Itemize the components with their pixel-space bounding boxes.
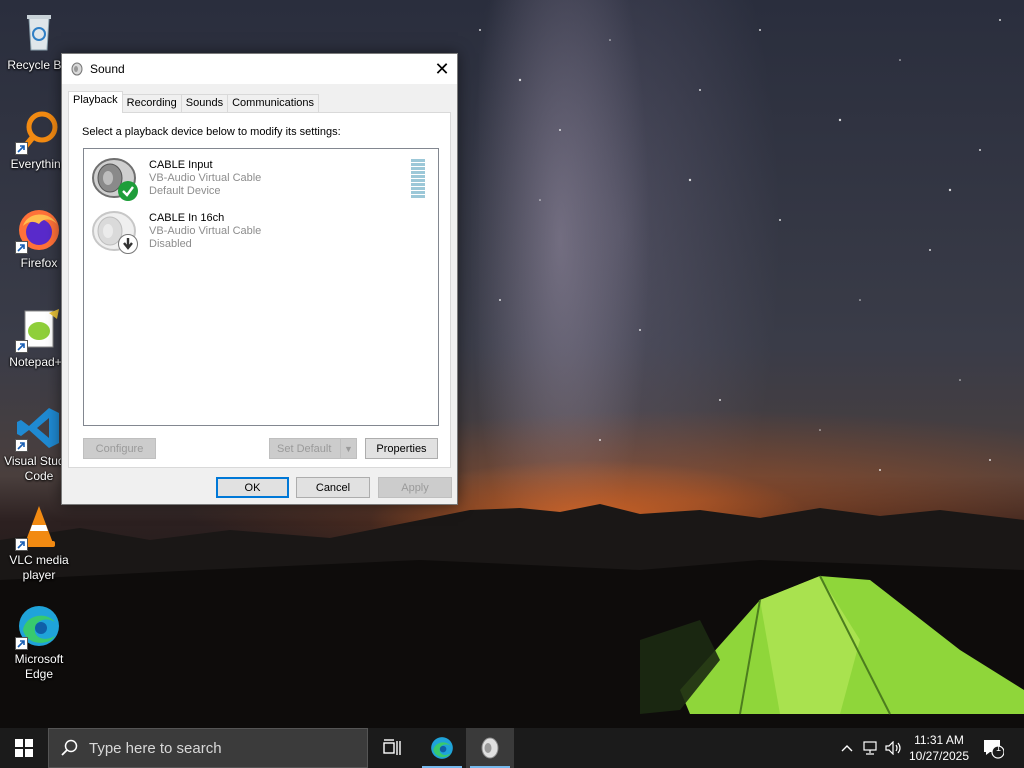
- dialog-title: Sound: [90, 62, 125, 76]
- task-view-button[interactable]: [368, 728, 416, 768]
- search-placeholder: Type here to search: [89, 739, 222, 757]
- device-status: Default Device: [149, 185, 221, 197]
- tab-recording[interactable]: Recording: [121, 94, 182, 113]
- everything-search-icon: [15, 107, 63, 155]
- shortcut-arrow-icon: [15, 340, 28, 353]
- windows-logo-icon: [15, 739, 33, 757]
- clock-date: 10/27/2025: [908, 749, 970, 763]
- shortcut-arrow-icon: [15, 241, 28, 254]
- device-list[interactable]: CABLE Input VB-Audio Virtual Cable Defau…: [83, 148, 439, 426]
- desktop-icon-label: Microsoft Edge: [14, 652, 64, 681]
- device-status: Disabled: [149, 238, 192, 250]
- clock[interactable]: 11:31 AM 10/27/2025: [904, 732, 974, 764]
- check-badge-icon: [118, 181, 138, 201]
- network-button[interactable]: [860, 728, 882, 768]
- landscape: [0, 504, 1024, 728]
- instruction-text: Select a playback device below to modify…: [82, 126, 341, 138]
- device-name: CABLE Input: [149, 159, 213, 171]
- tab-sounds[interactable]: Sounds: [180, 94, 229, 113]
- playback-panel: Select a playback device below to modify…: [68, 112, 451, 468]
- device-item-cable-input[interactable]: CABLE Input VB-Audio Virtual Cable Defau…: [88, 153, 433, 205]
- dialog-titlebar[interactable]: Sound ✕: [62, 54, 457, 84]
- device-name: CABLE In 16ch: [149, 212, 225, 224]
- volume-meter: [411, 159, 425, 201]
- taskbar-search-box[interactable]: Type here to search: [48, 728, 368, 768]
- apply-button[interactable]: Apply: [378, 477, 452, 498]
- shortcut-arrow-icon: [15, 637, 28, 650]
- tab-strip: Playback Recording Sounds Communications: [68, 91, 320, 113]
- chevron-down-icon[interactable]: ▼: [340, 439, 356, 458]
- shortcut-arrow-icon: [15, 439, 28, 452]
- vscode-icon: [15, 404, 63, 452]
- show-hidden-icons-button[interactable]: [836, 728, 858, 768]
- chevron-up-icon: [841, 745, 853, 752]
- volume-button[interactable]: [883, 728, 905, 768]
- edge-icon: [15, 602, 63, 650]
- desktop-icon-edge[interactable]: Microsoft Edge: [1, 602, 77, 682]
- start-button[interactable]: [0, 728, 48, 768]
- device-item-cable-in-16ch[interactable]: CABLE In 16ch VB-Audio Virtual Cable Dis…: [88, 206, 433, 258]
- shortcut-arrow-icon: [15, 142, 28, 155]
- configure-button[interactable]: Configure: [83, 438, 156, 459]
- tab-playback[interactable]: Playback: [68, 91, 123, 113]
- clock-time: 11:31 AM: [914, 733, 964, 747]
- taskbar: Type here to search 11:31 AM 10/27/2025 …: [0, 728, 1024, 768]
- speaker-app-icon: [71, 62, 83, 76]
- taskbar-sound-button[interactable]: [466, 728, 514, 768]
- vlc-icon: [15, 503, 63, 551]
- set-default-button[interactable]: Set Default ▼: [269, 438, 357, 459]
- properties-button[interactable]: Properties: [365, 438, 438, 459]
- speaker-app-icon: [481, 737, 499, 759]
- recycle-bin-icon: [15, 8, 63, 56]
- cancel-button[interactable]: Cancel: [296, 477, 370, 498]
- taskbar-edge-button[interactable]: [418, 728, 466, 768]
- edge-icon: [431, 737, 453, 759]
- close-button[interactable]: ✕: [427, 54, 457, 84]
- firefox-icon: [15, 206, 63, 254]
- desktop-icon-label: VLC media player: [9, 553, 69, 582]
- set-default-label: Set Default: [277, 442, 332, 455]
- device-driver: VB-Audio Virtual Cable: [149, 225, 262, 237]
- desktop-icon-vlc[interactable]: VLC media player: [1, 503, 77, 583]
- ok-button[interactable]: OK: [216, 477, 289, 498]
- action-center-button[interactable]: 1: [978, 728, 1008, 768]
- tab-communications[interactable]: Communications: [227, 94, 320, 113]
- notepad-plus-plus-icon: [15, 305, 63, 353]
- down-arrow-badge-icon: [118, 234, 138, 254]
- search-icon: [61, 739, 78, 756]
- shortcut-arrow-icon: [15, 538, 28, 551]
- task-view-icon: [383, 739, 401, 755]
- sound-dialog: Sound ✕ Playback Recording Sounds Commun…: [61, 53, 458, 505]
- notification-count: 1: [996, 743, 1002, 753]
- volume-icon: [885, 741, 901, 755]
- device-driver: VB-Audio Virtual Cable: [149, 172, 262, 184]
- close-icon: ✕: [434, 58, 450, 79]
- network-icon: [863, 741, 877, 755]
